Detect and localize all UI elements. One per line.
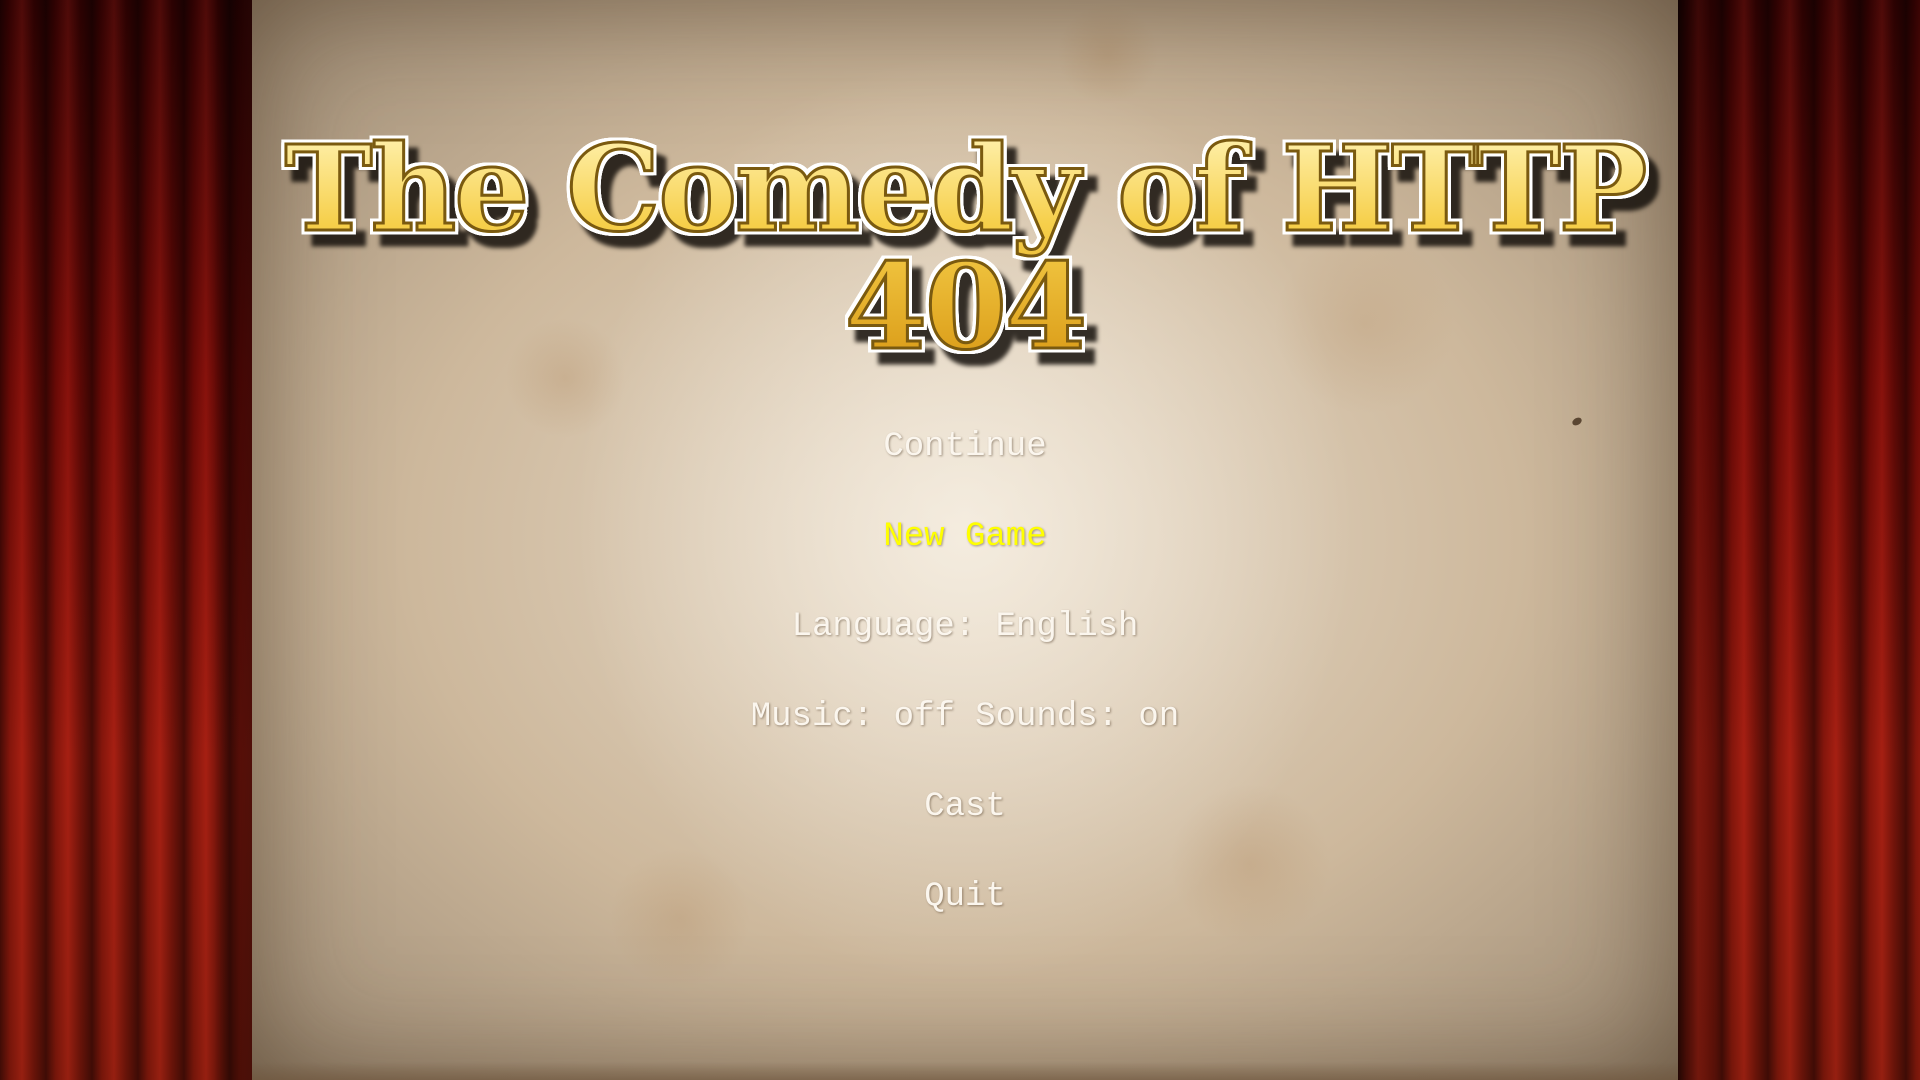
- main-menu: Continue New Game Language: English Musi…: [252, 420, 1678, 960]
- menu-continue[interactable]: Continue: [883, 420, 1046, 510]
- game-title-logo: The Comedy of HTTP 404: [252, 128, 1678, 367]
- menu-new-game[interactable]: New Game: [883, 510, 1046, 600]
- menu-audio-settings[interactable]: Music: off Sounds: on: [751, 690, 1179, 780]
- menu-language[interactable]: Language: English: [792, 600, 1139, 690]
- stage-floor-edge: [252, 1062, 1678, 1080]
- left-curtain: [0, 0, 254, 1080]
- right-curtain: [1676, 0, 1920, 1080]
- menu-quit[interactable]: Quit: [924, 870, 1006, 960]
- main-menu-screen: The Comedy of HTTP 404 Continue New Game…: [0, 0, 1920, 1080]
- menu-cast[interactable]: Cast: [924, 780, 1006, 870]
